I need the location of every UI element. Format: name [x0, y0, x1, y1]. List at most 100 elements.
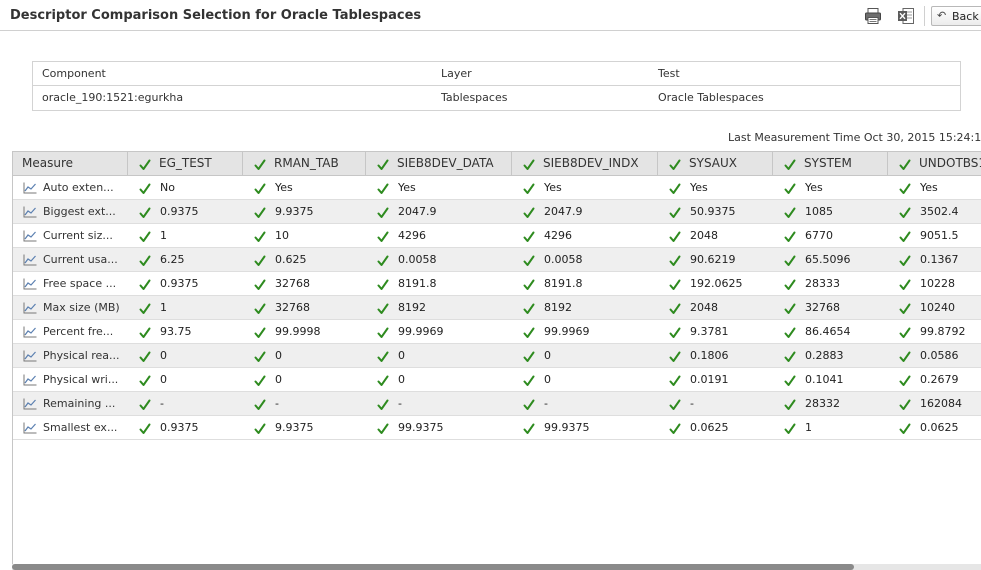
check-icon: [523, 327, 535, 338]
check-icon: [254, 207, 266, 218]
line-graph-icon[interactable]: [23, 206, 37, 218]
check-icon: [139, 327, 151, 338]
check-icon: [784, 159, 796, 170]
value-cell: 0: [243, 344, 366, 367]
check-icon: [669, 423, 681, 434]
value-cell: 90.6219: [658, 248, 773, 271]
measure-cell[interactable]: Max size (MB): [13, 296, 128, 319]
measure-cell[interactable]: Physical wri...: [13, 368, 128, 391]
value-cell: 99.8792: [888, 320, 981, 343]
cell-value: 6770: [805, 229, 833, 242]
check-icon: [669, 375, 681, 386]
measure-header-label: Measure: [22, 156, 73, 170]
measure-name: Smallest ex...: [43, 421, 118, 434]
cell-value: 99.9969: [398, 325, 444, 338]
check-icon: [899, 423, 911, 434]
value-cell: 2048: [658, 224, 773, 247]
printer-icon[interactable]: [864, 7, 882, 25]
check-icon: [254, 159, 266, 170]
column-header-sieb8dev_data[interactable]: SIEB8DEV_DATA: [366, 152, 512, 175]
line-graph-icon[interactable]: [23, 350, 37, 362]
check-icon: [254, 423, 266, 434]
cell-value: 99.9375: [398, 421, 444, 434]
back-button[interactable]: ↶ Back: [931, 6, 981, 26]
table-row: Physical rea... 0 0 0 0 0.1806 0.2883 0.0586: [13, 344, 981, 368]
line-graph-icon[interactable]: [23, 278, 37, 290]
cell-value: 0.0058: [398, 253, 437, 266]
check-icon: [523, 207, 535, 218]
check-icon: [899, 255, 911, 266]
check-icon: [377, 279, 389, 290]
value-cell: 1085: [773, 200, 888, 223]
line-graph-icon[interactable]: [23, 398, 37, 410]
check-icon: [784, 375, 796, 386]
cell-value: 9051.5: [920, 229, 959, 242]
info-data-row: oracle_190:1521:egurkha Tablespaces Orac…: [33, 86, 960, 110]
check-icon: [899, 327, 911, 338]
column-header-sysaux[interactable]: SYSAUX: [658, 152, 773, 175]
excel-export-icon[interactable]: [897, 7, 915, 25]
measure-column-header[interactable]: Measure: [13, 152, 128, 175]
line-graph-icon[interactable]: [23, 302, 37, 314]
column-header-sieb8dev_indx[interactable]: SIEB8DEV_INDX: [512, 152, 658, 175]
measure-cell[interactable]: Free space ...: [13, 272, 128, 295]
value-cell: 0: [512, 368, 658, 391]
measure-cell[interactable]: Current usa...: [13, 248, 128, 271]
cell-value: 8192: [544, 301, 572, 314]
column-header-rman_tab[interactable]: RMAN_TAB: [243, 152, 366, 175]
check-icon: [784, 327, 796, 338]
cell-value: 0.0191: [690, 373, 729, 386]
cell-value: 1: [805, 421, 812, 434]
check-icon: [784, 423, 796, 434]
check-icon: [254, 303, 266, 314]
cell-value: Yes: [690, 181, 708, 194]
scrollbar-thumb[interactable]: [12, 564, 854, 570]
check-icon: [254, 183, 266, 194]
horizontal-scrollbar[interactable]: [12, 564, 981, 570]
column-header-label: RMAN_TAB: [274, 156, 339, 170]
cell-value: 10228: [920, 277, 955, 290]
value-cell: 1: [773, 416, 888, 439]
line-graph-icon[interactable]: [23, 230, 37, 242]
measure-cell[interactable]: Percent fre...: [13, 320, 128, 343]
check-icon: [523, 351, 535, 362]
measure-cell[interactable]: Biggest ext...: [13, 200, 128, 223]
check-icon: [139, 207, 151, 218]
column-header-undotbs1[interactable]: UNDOTBS1: [888, 152, 981, 175]
line-graph-icon[interactable]: [23, 326, 37, 338]
value-cell: 32768: [243, 272, 366, 295]
measure-cell[interactable]: Smallest ex...: [13, 416, 128, 439]
check-icon: [899, 375, 911, 386]
line-graph-icon[interactable]: [23, 374, 37, 386]
cell-value: 99.9969: [544, 325, 590, 338]
check-icon: [899, 207, 911, 218]
check-icon: [899, 303, 911, 314]
measure-cell[interactable]: Auto exten...: [13, 176, 128, 199]
check-icon: [899, 279, 911, 290]
column-header-label: UNDOTBS1: [919, 156, 981, 170]
check-icon: [139, 183, 151, 194]
check-icon: [899, 351, 911, 362]
back-button-label: Back: [952, 10, 979, 23]
line-graph-icon[interactable]: [23, 422, 37, 434]
value-cell: 99.9969: [512, 320, 658, 343]
check-icon: [254, 351, 266, 362]
measure-name: Physical wri...: [43, 373, 119, 386]
cell-value: -: [398, 397, 402, 410]
line-graph-icon[interactable]: [23, 182, 37, 194]
check-icon: [523, 375, 535, 386]
cell-value: 0.1367: [920, 253, 959, 266]
value-cell: 0.0058: [512, 248, 658, 271]
cell-value: 0.0625: [920, 421, 959, 434]
column-header-eg_test[interactable]: EG_TEST: [128, 152, 243, 175]
measure-cell[interactable]: Remaining ...: [13, 392, 128, 415]
check-icon: [669, 207, 681, 218]
cell-value: 2048: [690, 229, 718, 242]
measure-cell[interactable]: Physical rea...: [13, 344, 128, 367]
cell-value: Yes: [398, 181, 416, 194]
measure-cell[interactable]: Current siz...: [13, 224, 128, 247]
column-header-system[interactable]: SYSTEM: [773, 152, 888, 175]
measure-name: Remaining ...: [43, 397, 116, 410]
value-cell: 0: [366, 344, 512, 367]
line-graph-icon[interactable]: [23, 254, 37, 266]
